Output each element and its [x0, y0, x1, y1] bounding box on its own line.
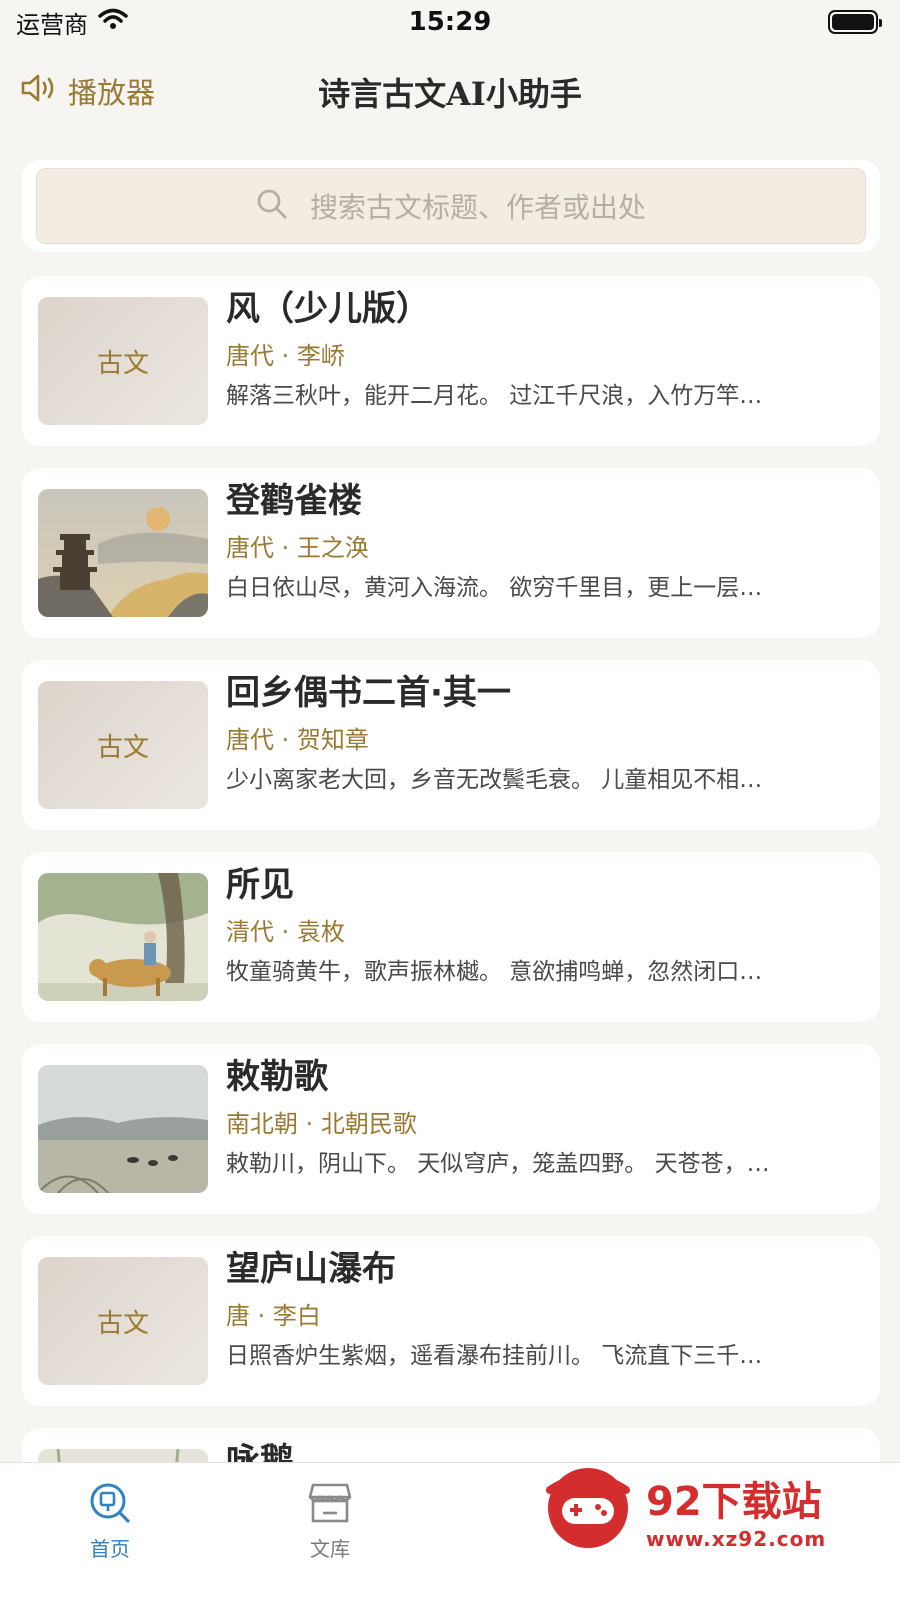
- poem-thumbnail-image: [38, 489, 208, 617]
- poem-title: 所见: [226, 865, 294, 905]
- player-button[interactable]: 播放器: [20, 70, 155, 112]
- poem-card[interactable]: 登鹳雀楼 唐代 · 王之涣 白日依山尽，黄河入海流。 欲穷千里目，更上一层…: [22, 468, 880, 638]
- poem-meta: 唐代 · 贺知章: [226, 726, 369, 754]
- tab-home-label: 首页: [90, 1537, 130, 1561]
- thumbnail-label: 古文: [96, 348, 149, 379]
- search-icon: [256, 188, 288, 224]
- watermark-title: 92下载站: [646, 1479, 822, 1525]
- poem-thumbnail-image: [38, 1065, 208, 1193]
- poem-meta: 唐 · 李白: [226, 1302, 321, 1330]
- poem-excerpt: 日照香炉生紫烟，遥看瀑布挂前川。 飞流直下三千…: [226, 1343, 763, 1369]
- status-left: 运营商: [16, 5, 128, 40]
- poem-info: 风（少儿版） 唐代 · 李峤 解落三秋叶，能开二月花。 过江千尺浪，入竹万竿…: [226, 289, 864, 425]
- poem-meta: 唐代 · 王之涣: [226, 534, 369, 562]
- poem-thumbnail-image: [38, 873, 208, 1001]
- poem-info: 敕勒歌 南北朝 · 北朝民歌 敕勒川，阴山下。 天似穹庐，笼盖四野。 天苍苍，…: [226, 1057, 864, 1193]
- poem-title: 风（少儿版）: [226, 289, 430, 329]
- player-label: 播放器: [68, 76, 156, 110]
- status-bar: 运营商 15:29: [0, 0, 900, 44]
- poem-excerpt: 敕勒川，阴山下。 天似穹庐，笼盖四野。 天苍苍，…: [226, 1151, 770, 1177]
- nav-bar: 播放器 诗言古文AI小助手: [0, 50, 900, 134]
- tab-library-label: 文库: [310, 1537, 350, 1561]
- poem-list: 古文 风（少儿版） 唐代 · 李峤 解落三秋叶，能开二月花。 过江千尺浪，入竹万…: [22, 276, 880, 1600]
- poem-title: 回乡偶书二首·其一: [226, 673, 511, 713]
- battery-icon: [828, 10, 882, 34]
- tab-home[interactable]: 首页: [60, 1481, 160, 1562]
- poem-excerpt: 白日依山尽，黄河入海流。 欲穷千里目，更上一层…: [226, 575, 763, 601]
- search-card: 搜索古文标题、作者或出处: [22, 160, 880, 252]
- poem-excerpt: 少小离家老大回，乡音无改鬓毛衰。 儿童相见不相…: [226, 767, 763, 793]
- poem-info: 所见 清代 · 袁枚 牧童骑黄牛，歌声振林樾。 意欲捕鸣蝉，忽然闭口…: [226, 865, 864, 1001]
- poem-card[interactable]: 古文 回乡偶书二首·其一 唐代 · 贺知章 少小离家老大回，乡音无改鬓毛衰。 儿…: [22, 660, 880, 830]
- poem-thumbnail-placeholder: 古文: [38, 297, 208, 425]
- home-search-icon: [88, 1481, 132, 1527]
- search-placeholder: 搜索古文标题、作者或出处: [309, 191, 646, 224]
- poem-card[interactable]: 古文 望庐山瀑布 唐 · 李白 日照香炉生紫烟，遥看瀑布挂前川。 飞流直下三千…: [22, 1236, 880, 1406]
- watermark-text: 92下载站 www.xz92.com: [646, 1469, 826, 1551]
- poem-info: 望庐山瀑布 唐 · 李白 日照香炉生紫烟，遥看瀑布挂前川。 飞流直下三千…: [226, 1249, 864, 1385]
- poem-title: 望庐山瀑布: [226, 1249, 396, 1289]
- watermark: 92下载站 www.xz92.com: [540, 1460, 880, 1560]
- status-time: 15:29: [408, 7, 492, 37]
- poem-card[interactable]: 所见 清代 · 袁枚 牧童骑黄牛，歌声振林樾。 意欲捕鸣蝉，忽然闭口…: [22, 852, 880, 1022]
- library-icon: [307, 1481, 353, 1527]
- poem-title: 敕勒歌: [226, 1057, 328, 1097]
- poem-title: 登鹳雀楼: [226, 481, 362, 521]
- poem-meta: 南北朝 · 北朝民歌: [226, 1110, 417, 1138]
- thumbnail-label: 古文: [96, 1308, 149, 1339]
- poem-excerpt: 解落三秋叶，能开二月花。 过江千尺浪，入竹万竿…: [226, 383, 763, 409]
- tab-library[interactable]: 文库: [280, 1481, 380, 1562]
- poem-excerpt: 牧童骑黄牛，歌声振林樾。 意欲捕鸣蝉，忽然闭口…: [226, 959, 763, 985]
- poem-info: 登鹳雀楼 唐代 · 王之涣 白日依山尽，黄河入海流。 欲穷千里目，更上一层…: [226, 481, 864, 617]
- poem-meta: 唐代 · 李峤: [226, 342, 345, 370]
- poem-thumbnail-placeholder: 古文: [38, 1257, 208, 1385]
- thumbnail-label: 古文: [96, 732, 149, 763]
- poem-card[interactable]: 古文 风（少儿版） 唐代 · 李峤 解落三秋叶，能开二月花。 过江千尺浪，入竹万…: [22, 276, 880, 446]
- gamepad-logo-icon: [540, 1460, 636, 1560]
- wifi-icon: [98, 8, 128, 36]
- page-title: 诗言古文AI小助手: [318, 75, 582, 113]
- watermark-url: www.xz92.com: [646, 1527, 827, 1551]
- speaker-icon: [20, 72, 58, 111]
- poem-info: 回乡偶书二首·其一 唐代 · 贺知章 少小离家老大回，乡音无改鬓毛衰。 儿童相见…: [226, 673, 864, 809]
- poem-meta: 清代 · 袁枚: [226, 918, 345, 946]
- search-input[interactable]: 搜索古文标题、作者或出处: [36, 168, 866, 244]
- poem-thumbnail-placeholder: 古文: [38, 681, 208, 809]
- carrier-label: 运营商: [16, 10, 88, 39]
- poem-card[interactable]: 敕勒歌 南北朝 · 北朝民歌 敕勒川，阴山下。 天似穹庐，笼盖四野。 天苍苍，…: [22, 1044, 880, 1214]
